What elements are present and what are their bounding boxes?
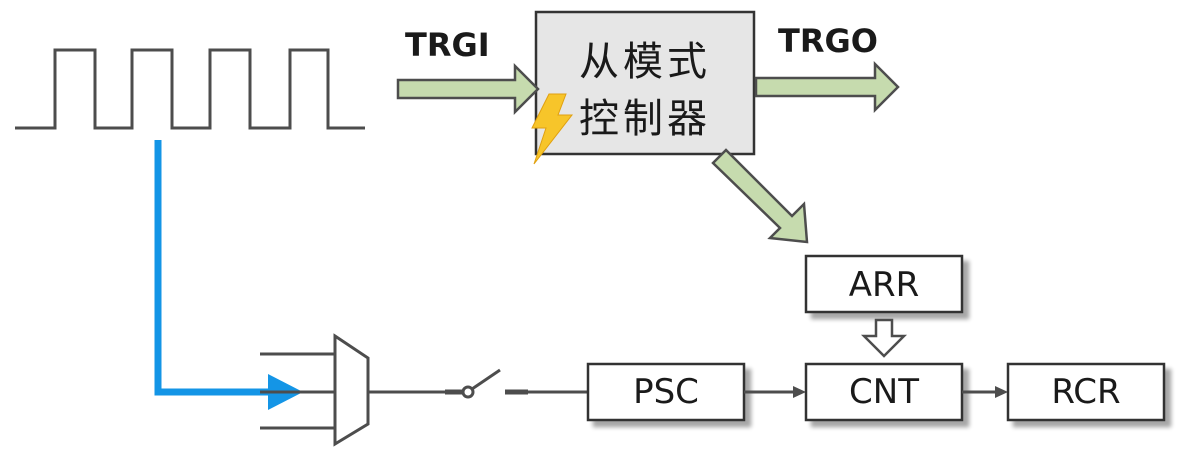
arr-label: ARR <box>849 265 920 305</box>
square-wave-signal <box>15 48 365 130</box>
cnt-label: CNT <box>849 372 919 412</box>
diagram-canvas: PSC CNT RCR ARR 从模式 控制器 TRGI TRGO <box>15 10 1166 447</box>
trgi-arrow <box>396 62 540 116</box>
arr-to-cnt-hollow-arrow <box>860 318 908 358</box>
trgo-label: TRGO <box>778 22 878 60</box>
multiplexer <box>333 333 370 447</box>
trgo-arrow <box>754 60 900 114</box>
psc-to-cnt-arrowhead <box>793 386 806 398</box>
controller-label-line2: 控制器 <box>579 96 711 142</box>
controller-label-line1: 从模式 <box>579 39 711 85</box>
psc-label: PSC <box>633 372 699 412</box>
cnt-to-rcr-arrowhead <box>995 386 1008 398</box>
trgi-label: TRGI <box>405 26 490 64</box>
controller-to-counter-arrow <box>711 148 809 244</box>
rcr-label: RCR <box>1051 372 1120 412</box>
switch <box>445 368 528 399</box>
signal-path-line <box>154 140 270 396</box>
